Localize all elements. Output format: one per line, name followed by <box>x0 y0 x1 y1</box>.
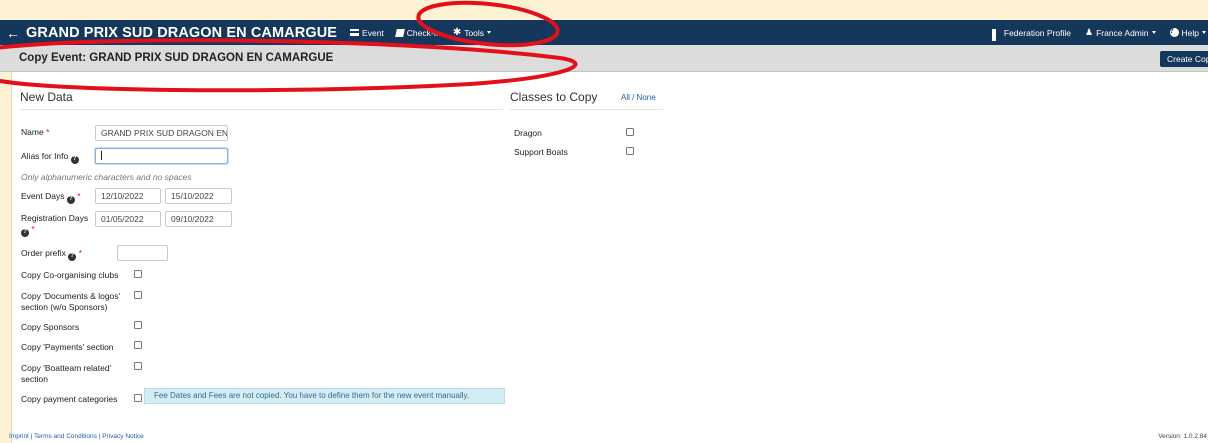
nav-user-label: France Admin <box>1096 27 1149 38</box>
class-item-support-boats: Support Boats <box>514 147 568 157</box>
help-icon[interactable]: ? <box>70 155 79 164</box>
copy-payments-checkbox[interactable] <box>134 341 142 349</box>
main-content: New Data Name * GRAND PRIX SUD DRAGON EN… <box>12 72 1208 443</box>
grid-icon <box>991 29 1001 41</box>
version-text: Version: 1.0.2.84 <box>1158 433 1207 440</box>
list-icon <box>350 29 360 36</box>
footer-links[interactable]: Imprint | Terms and Conditions | Privacy… <box>9 433 144 440</box>
classes-heading: Classes to Copy <box>510 90 598 104</box>
nav-tools[interactable]: ✱ Tools <box>452 26 492 38</box>
help-icon[interactable]: ? <box>21 228 29 237</box>
name-label-text: Name <box>21 127 44 137</box>
registration-end-input[interactable]: 09/10/2022 <box>165 211 232 227</box>
divider <box>20 109 503 110</box>
name-input[interactable]: GRAND PRIX SUD DRAGON EN CAMARGUE <box>95 125 228 141</box>
event-days-label: Event Days ? * <box>21 191 81 204</box>
top-navbar: ← GRAND PRIX SUD DRAGON EN CAMARGUE Even… <box>0 20 1208 45</box>
alias-input[interactable] <box>95 148 228 164</box>
nav-event-label: Event <box>362 27 384 38</box>
nav-user-menu[interactable]: ♟ France Admin <box>1085 27 1156 38</box>
copy-sponsors-checkbox[interactable] <box>134 321 142 329</box>
create-copy-button[interactable]: Create Copy <box>1160 51 1208 67</box>
help-icon[interactable]: ? <box>68 252 77 261</box>
help-icon: ? <box>1169 28 1179 37</box>
name-label: Name * <box>21 127 50 137</box>
nav-federation-profile[interactable]: Federation Profile <box>991 27 1071 41</box>
class-dragon-checkbox[interactable] <box>626 128 634 136</box>
user-icon: ♟ <box>1084 27 1094 37</box>
alias-label: Alias for Info ? <box>21 151 79 164</box>
event-end-input[interactable]: 15/10/2022 <box>165 188 232 204</box>
nav-event[interactable]: Event <box>350 28 384 38</box>
copy-boatteam-label-line1: Copy 'Boatteam related' <box>21 363 112 373</box>
divider <box>510 109 663 110</box>
copy-docs-label-line2: section (w/o Sponsors) <box>21 302 108 312</box>
back-arrow-icon[interactable]: ← <box>6 25 26 41</box>
nav-help-label: Help <box>1181 27 1199 38</box>
nav-checkin-label: Check-In <box>406 27 441 38</box>
nav-checkin[interactable]: Check-In <box>394 27 441 38</box>
left-margin <box>0 72 12 443</box>
book-icon <box>394 28 405 37</box>
all-none-link[interactable]: All / None <box>621 93 656 102</box>
registration-days-label-text: Registration Days <box>21 213 89 223</box>
copy-docs-label: Copy 'Documents & logos' section (w/o Spo… <box>21 291 120 313</box>
event-start-input[interactable]: 12/10/2022 <box>95 188 161 204</box>
nav-federation-label: Federation Profile <box>1003 27 1071 38</box>
copy-boatteam-label: Copy 'Boatteam related' section <box>21 363 111 385</box>
fee-info-alert: Fee Dates and Fees are not copied. You h… <box>144 388 505 404</box>
caret-down-icon <box>1151 31 1156 34</box>
copy-coorg-checkbox[interactable] <box>134 270 142 278</box>
page-title: Copy Event: GRAND PRIX SUD DRAGON EN CAM… <box>19 52 334 64</box>
caret-down-icon <box>487 31 492 34</box>
alias-hint: Only alphanumeric characters and no spac… <box>21 172 192 182</box>
registration-days-label: Registration Days? * <box>21 213 89 237</box>
copy-payments-label: Copy 'Payments' section <box>21 342 114 352</box>
copy-docs-label-line1: Copy 'Documents & logos' <box>21 291 121 301</box>
page-header: Copy Event: GRAND PRIX SUD DRAGON EN CAM… <box>0 45 1208 72</box>
event-title[interactable]: GRAND PRIX SUD DRAGON EN CAMARGUE <box>26 25 337 41</box>
order-prefix-label: Order prefix ? * <box>21 248 82 261</box>
text-cursor <box>101 151 102 160</box>
order-prefix-label-text: Order prefix <box>21 248 66 258</box>
caret-down-icon <box>1202 31 1206 34</box>
gear-icon: ✱ <box>452 26 462 38</box>
copy-paycat-label: Copy payment categories <box>21 394 118 404</box>
copy-boatteam-checkbox[interactable] <box>134 362 142 370</box>
registration-start-input[interactable]: 01/05/2022 <box>95 211 161 227</box>
order-prefix-input[interactable] <box>117 245 168 261</box>
new-data-heading: New Data <box>20 90 73 104</box>
alias-label-text: Alias for Info <box>21 151 69 161</box>
class-item-dragon: Dragon <box>514 128 542 138</box>
copy-coorg-label: Copy Co-organising clubs <box>21 270 119 280</box>
help-icon[interactable]: ? <box>66 195 75 204</box>
event-days-label-text: Event Days <box>21 191 65 201</box>
nav-tools-label: Tools <box>464 27 485 38</box>
class-support-boats-checkbox[interactable] <box>626 147 634 155</box>
nav-right: Federation Profile ♟ France Admin ? Help <box>991 20 1208 45</box>
copy-sponsors-label: Copy Sponsors <box>21 322 80 332</box>
copy-boatteam-label-line2: section <box>21 374 48 384</box>
nav-help[interactable]: ? Help <box>1169 27 1206 38</box>
copy-docs-checkbox[interactable] <box>134 291 142 299</box>
copy-paycat-checkbox[interactable] <box>134 394 142 402</box>
